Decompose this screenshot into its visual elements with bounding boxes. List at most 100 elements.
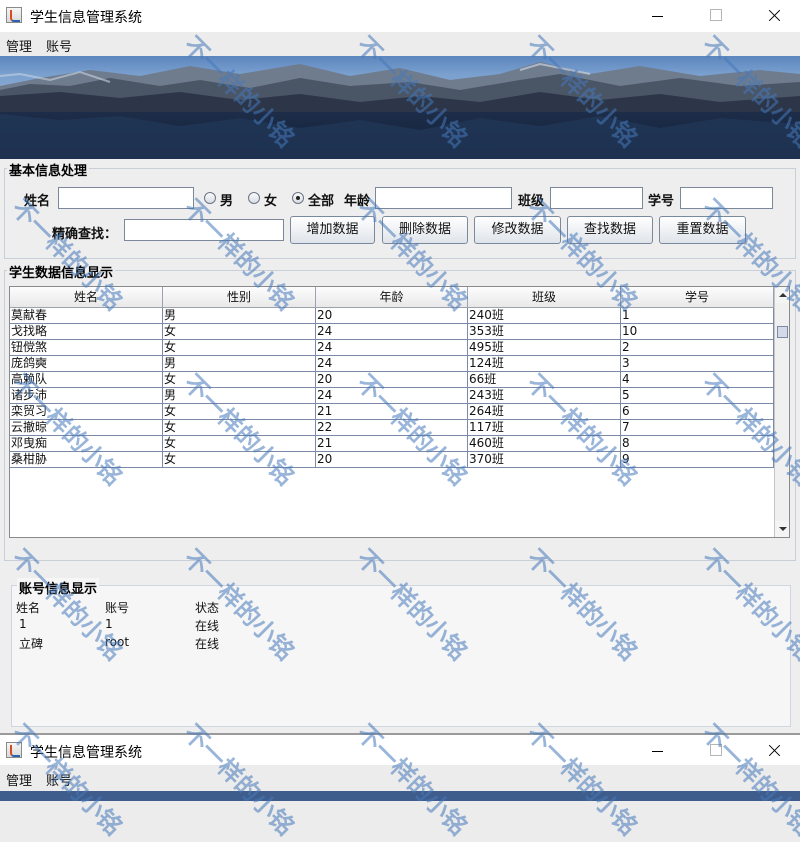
student-table[interactable]: 姓名 性别 年龄 班级 学号 莫献春男 20 240班 1 戈找略女 24 353班 10 钮傥…	[9, 286, 790, 538]
age-input[interactable]	[375, 187, 512, 209]
table-cell[interactable]: 124班	[468, 356, 621, 372]
table-cell[interactable]: 高赖队	[10, 372, 163, 388]
menu-account[interactable]: 账号	[46, 36, 72, 55]
table-vertical-scrollbar[interactable]	[774, 287, 789, 537]
column-header-class[interactable]: 班级	[468, 287, 621, 308]
basic-info-panel	[4, 168, 796, 259]
column-header-age[interactable]: 年龄	[316, 287, 468, 308]
exact-search-input[interactable]	[124, 219, 284, 241]
table-cell[interactable]: 2	[621, 340, 774, 356]
radio-male[interactable]	[204, 192, 216, 204]
table-cell[interactable]: 20	[316, 372, 468, 388]
second-menu-account[interactable]: 账号	[46, 770, 72, 789]
table-cell[interactable]: 男	[163, 356, 316, 372]
second-menu-manage[interactable]: 管理	[6, 770, 32, 789]
close-button[interactable]	[752, 0, 798, 32]
table-cell[interactable]: 495班	[468, 340, 621, 356]
table-cell[interactable]: 女	[163, 404, 316, 420]
table-cell[interactable]: 桑柑胁	[10, 452, 163, 468]
reset-data-button[interactable]: 重置数据	[659, 216, 746, 244]
table-cell[interactable]: 云撤晾	[10, 420, 163, 436]
delete-data-button[interactable]: 删除数据	[382, 216, 468, 244]
account-header-status: 状态	[195, 601, 220, 615]
window-title: 学生信息管理系统	[30, 10, 142, 26]
second-maximize-button[interactable]	[694, 735, 740, 767]
name-input[interactable]	[58, 187, 194, 209]
account-info-title: 账号信息显示	[17, 578, 100, 597]
table-cell[interactable]: 莫献春	[10, 308, 163, 324]
student-id-input[interactable]	[680, 187, 773, 209]
table-cell[interactable]: 女	[163, 452, 316, 468]
second-window-title: 学生信息管理系统	[30, 745, 142, 761]
table-cell[interactable]: 66班	[468, 372, 621, 388]
table-cell[interactable]: 女	[163, 340, 316, 356]
column-header-name[interactable]: 姓名	[10, 287, 163, 308]
table-cell[interactable]: 3	[621, 356, 774, 372]
mountain-lake-illustration	[0, 62, 800, 159]
radio-female[interactable]	[248, 192, 260, 204]
table-cell[interactable]: 353班	[468, 324, 621, 340]
second-minimize-button[interactable]	[636, 735, 682, 767]
table-cell[interactable]: 5	[621, 388, 774, 404]
table-cell[interactable]: 戈找略	[10, 324, 163, 340]
second-java-app-icon	[6, 742, 22, 758]
table-cell[interactable]: 6	[621, 404, 774, 420]
table-cell[interactable]: 22	[316, 420, 468, 436]
table-cell[interactable]: 20	[316, 452, 468, 468]
account-list-cell: 立碑	[19, 637, 44, 651]
table-cell[interactable]: 8	[621, 436, 774, 452]
search-data-button[interactable]: 查找数据	[567, 216, 653, 244]
banner-image	[0, 56, 800, 159]
column-header-student-id[interactable]: 学号	[621, 287, 774, 308]
class-input[interactable]	[550, 187, 643, 209]
table-cell[interactable]: 女	[163, 436, 316, 452]
table-cell[interactable]: 栾贸习	[10, 404, 163, 420]
table-cell[interactable]: 243班	[468, 388, 621, 404]
second-title-bar[interactable]: 学生信息管理系统	[0, 735, 800, 765]
minimize-button[interactable]	[636, 0, 682, 32]
table-cell[interactable]: 邓曳痴	[10, 436, 163, 452]
table-cell[interactable]: 诸步沛	[10, 388, 163, 404]
table-cell[interactable]: 男	[163, 388, 316, 404]
scroll-down-arrow-icon[interactable]	[775, 521, 789, 537]
second-close-button[interactable]	[752, 735, 798, 767]
table-cell[interactable]: 21	[316, 404, 468, 420]
table-cell[interactable]: 7	[621, 420, 774, 436]
table-cell[interactable]: 370班	[468, 452, 621, 468]
account-list-cell: 在线	[195, 619, 220, 633]
table-cell[interactable]: 1	[621, 308, 774, 324]
table-cell[interactable]: 24	[316, 388, 468, 404]
table-cell[interactable]: 9	[621, 452, 774, 468]
add-data-button[interactable]: 增加数据	[290, 216, 375, 244]
table-cell[interactable]: 女	[163, 420, 316, 436]
radio-all[interactable]	[292, 192, 304, 204]
table-cell[interactable]: 20	[316, 308, 468, 324]
title-bar[interactable]: 学生信息管理系统	[0, 0, 800, 32]
column-header-gender[interactable]: 性别	[163, 287, 316, 308]
exact-search-label: 精确查找：	[52, 227, 118, 242]
table-cell[interactable]: 24	[316, 324, 468, 340]
table-cell[interactable]: 24	[316, 340, 468, 356]
table-cell[interactable]: 460班	[468, 436, 621, 452]
table-cell[interactable]: 240班	[468, 308, 621, 324]
table-cell[interactable]: 女	[163, 372, 316, 388]
account-list-cell: root	[105, 635, 130, 649]
table-cell[interactable]: 264班	[468, 404, 621, 420]
table-cell[interactable]: 男	[163, 308, 316, 324]
menu-manage[interactable]: 管理	[6, 36, 32, 55]
table-cell[interactable]: 钮傥煞	[10, 340, 163, 356]
table-cell[interactable]: 庞鸽奭	[10, 356, 163, 372]
table-cell[interactable]: 21	[316, 436, 468, 452]
maximize-button[interactable]	[694, 0, 740, 32]
table-cell[interactable]: 117班	[468, 420, 621, 436]
table-cell[interactable]: 10	[621, 324, 774, 340]
modify-data-button[interactable]: 修改数据	[474, 216, 561, 244]
scroll-thumb[interactable]	[777, 326, 788, 338]
table-cell[interactable]: 女	[163, 324, 316, 340]
account-list-cell: 在线	[195, 637, 220, 651]
account-list-cell: 1	[19, 617, 27, 631]
table-cell[interactable]: 4	[621, 372, 774, 388]
radio-female-label: 女	[264, 194, 278, 209]
table-cell[interactable]: 24	[316, 356, 468, 372]
scroll-up-arrow-icon[interactable]	[775, 287, 789, 303]
